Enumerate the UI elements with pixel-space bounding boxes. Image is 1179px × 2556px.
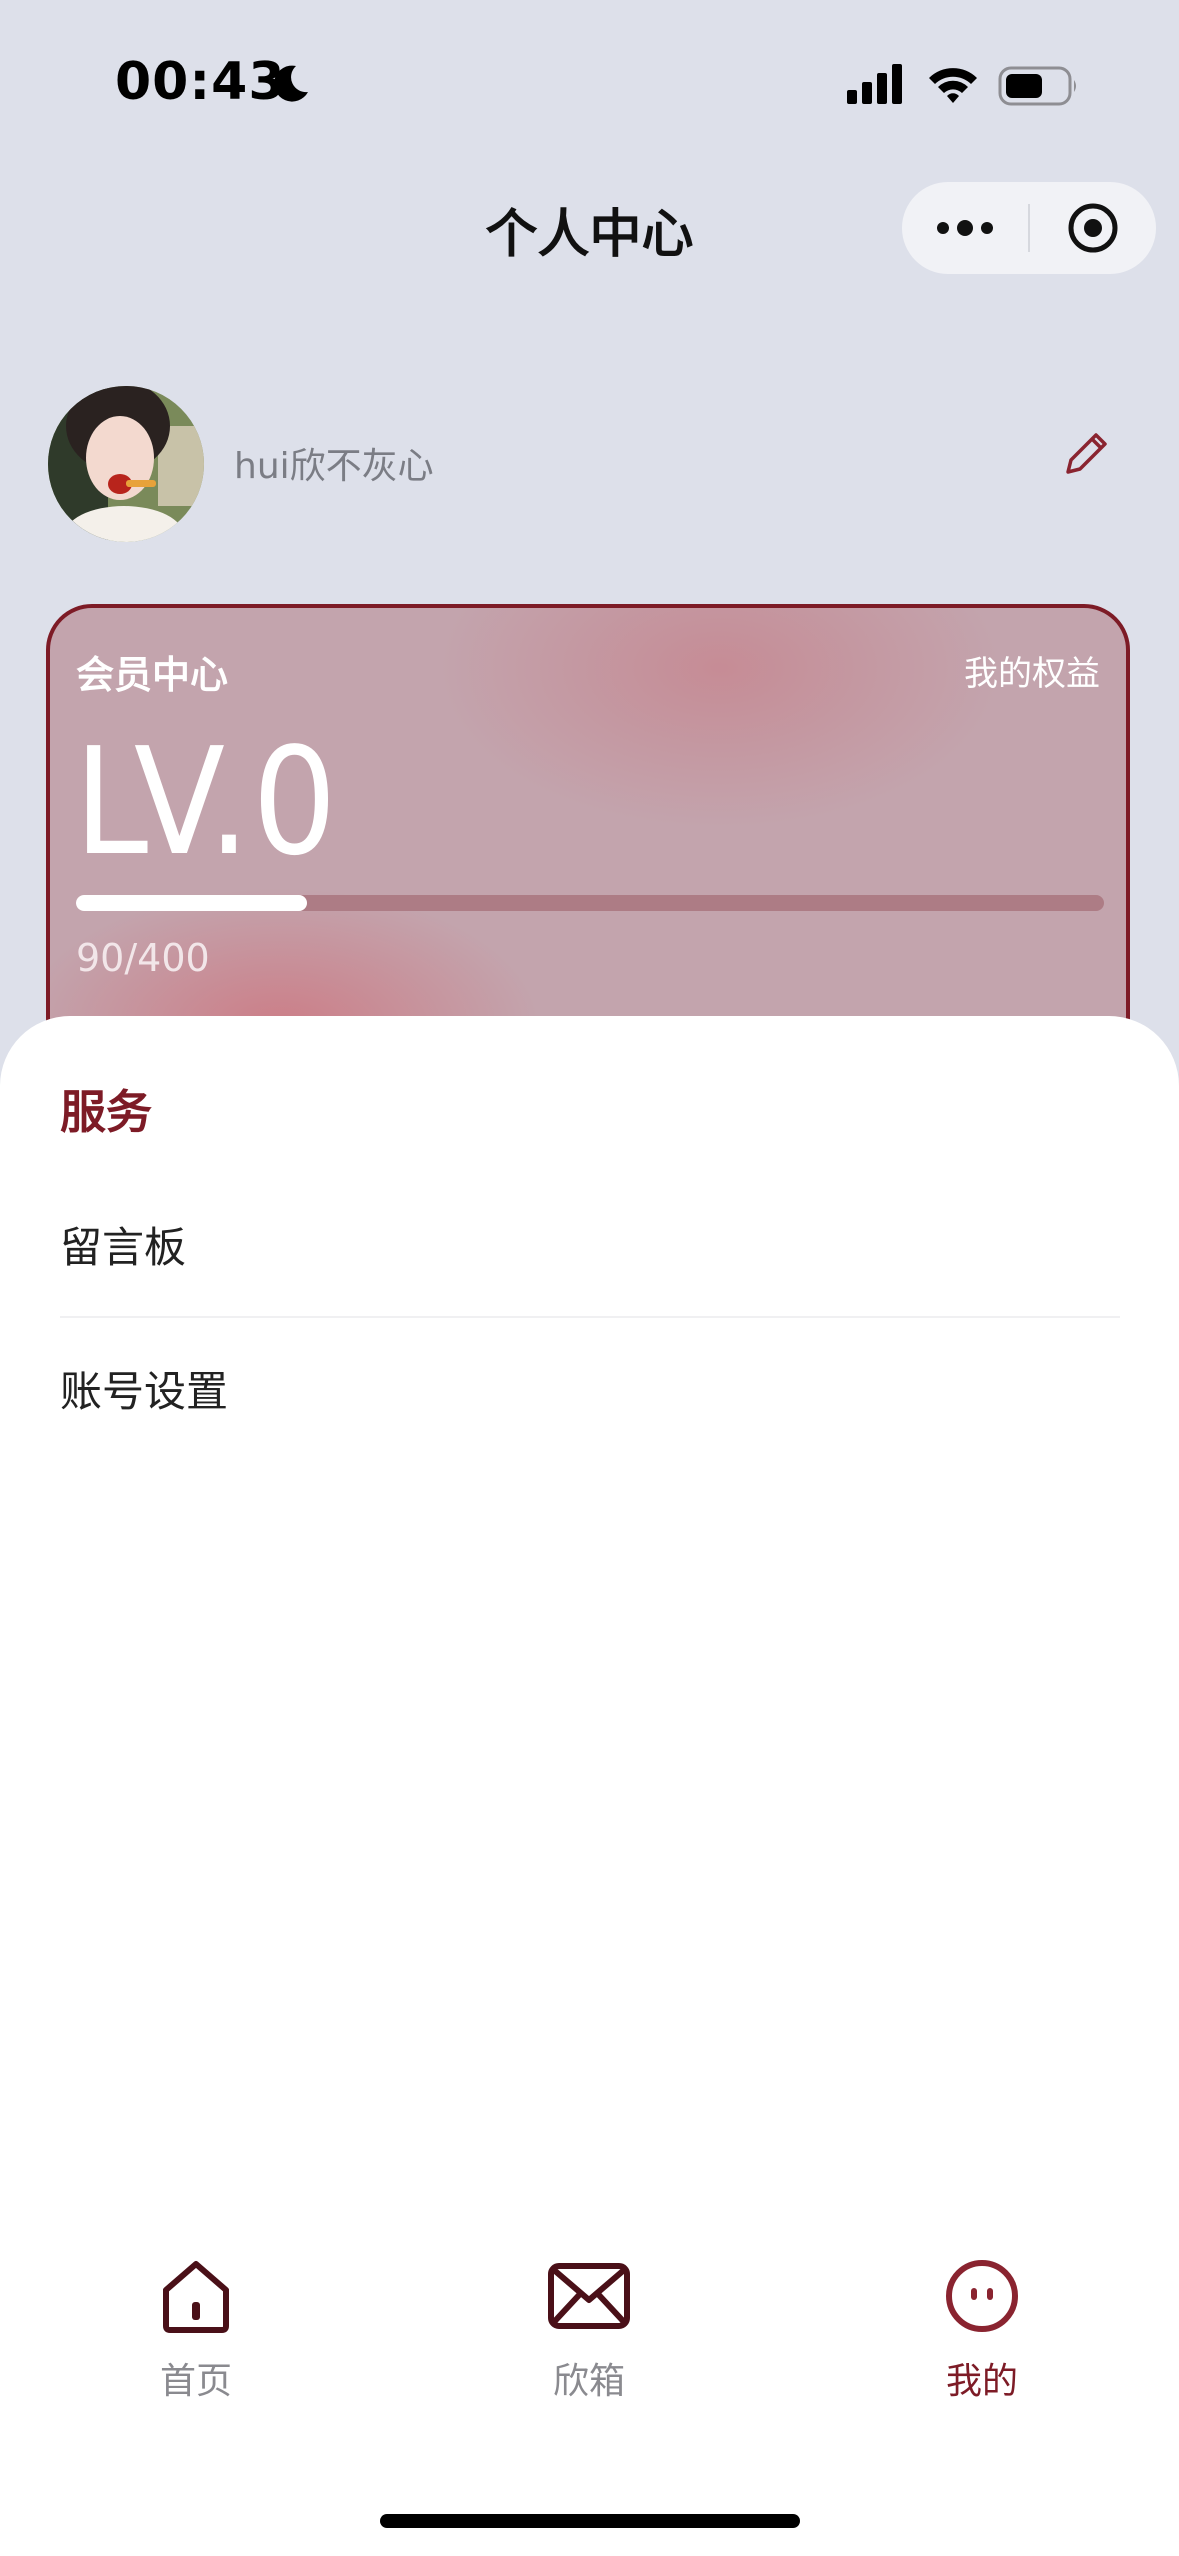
battery-icon — [998, 66, 1076, 106]
tab-home-label: 首页 — [159, 2361, 232, 2402]
member-level: LV.0 — [74, 716, 339, 888]
status-time: 00:43 — [115, 52, 286, 112]
services-section-title: 服务 — [60, 1085, 152, 1139]
member-card[interactable]: 会员中心 我的权益 LV.0 90/400 — [46, 604, 1130, 1064]
tab-mailbox-label: 欣箱 — [552, 2361, 625, 2402]
pencil-icon[interactable] — [1058, 428, 1112, 482]
level-progress-bar — [76, 895, 1104, 911]
home-icon — [163, 2261, 229, 2333]
more-icon — [937, 220, 993, 236]
avatar-image — [48, 386, 204, 542]
mail-icon — [548, 2263, 630, 2329]
level-progress-text: 90/400 — [76, 936, 210, 980]
username: hui欣不灰心 — [234, 446, 434, 487]
tab-home[interactable]: 首页 — [116, 2258, 276, 2408]
menu-item-account-settings[interactable]: 账号设置 — [60, 1318, 1120, 1458]
member-center-title: 会员中心 — [76, 653, 229, 697]
status-bar: 00:43 — [0, 0, 1179, 170]
profile-face-icon — [946, 2260, 1018, 2332]
level-progress-fill — [76, 895, 308, 911]
avatar[interactable] — [48, 386, 204, 542]
close-target-icon — [1068, 203, 1118, 253]
mini-program-capsule — [902, 182, 1156, 274]
home-indicator — [380, 2514, 800, 2528]
tab-mailbox[interactable]: 欣箱 — [509, 2258, 669, 2408]
tab-mine[interactable]: 我的 — [902, 2258, 1062, 2408]
menu-item-message-board[interactable]: 留言板 — [60, 1174, 1120, 1314]
tab-mine-label: 我的 — [945, 2361, 1018, 2402]
more-button[interactable] — [902, 182, 1028, 274]
moon-icon — [274, 65, 308, 102]
my-benefits-link[interactable]: 我的权益 — [964, 646, 1100, 695]
close-button[interactable] — [1030, 182, 1156, 274]
cellular-signal-icon — [847, 64, 902, 104]
wifi-icon — [929, 68, 977, 103]
